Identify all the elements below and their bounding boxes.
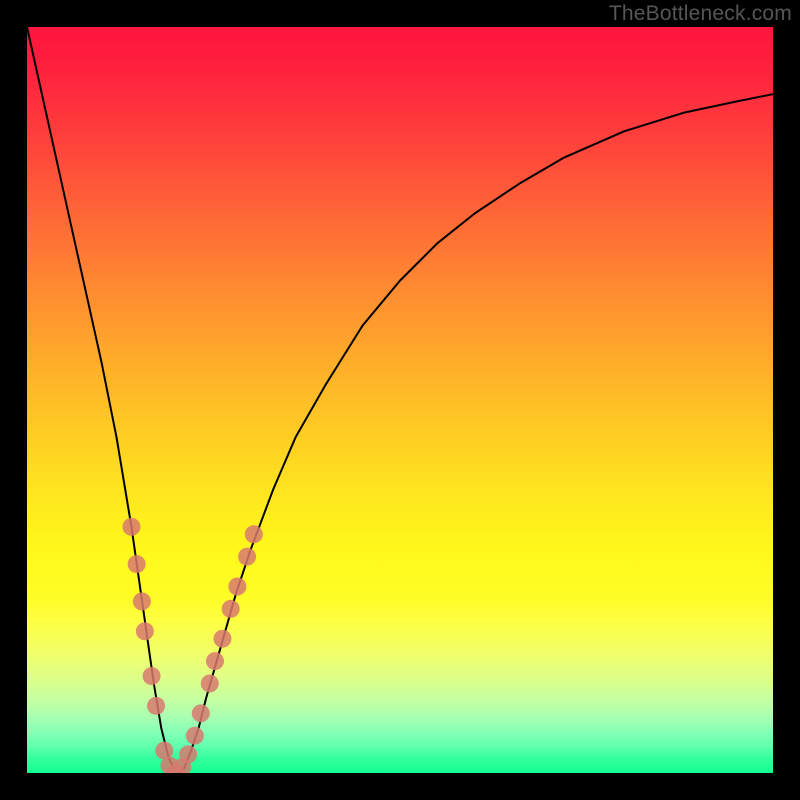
curve-layer xyxy=(27,27,773,773)
data-point-marker xyxy=(128,555,146,573)
data-point-marker xyxy=(222,600,240,618)
data-point-marker xyxy=(147,697,165,715)
data-point-marker xyxy=(133,592,151,610)
data-point-marker xyxy=(186,727,204,745)
bottleneck-curve xyxy=(27,27,773,773)
data-point-marker xyxy=(238,548,256,566)
data-point-marker xyxy=(192,704,210,722)
data-point-marker xyxy=(213,630,231,648)
data-point-marker xyxy=(245,525,263,543)
data-point-marker xyxy=(201,674,219,692)
plot-area xyxy=(27,27,773,773)
chart-frame: TheBottleneck.com xyxy=(0,0,800,800)
watermark-text: TheBottleneck.com xyxy=(609,2,792,26)
data-point-marker xyxy=(228,578,246,596)
data-point-marker xyxy=(136,622,154,640)
data-point-marker xyxy=(143,667,161,685)
data-point-marker xyxy=(179,745,197,763)
data-point-marker xyxy=(122,518,140,536)
data-point-marker xyxy=(206,652,224,670)
